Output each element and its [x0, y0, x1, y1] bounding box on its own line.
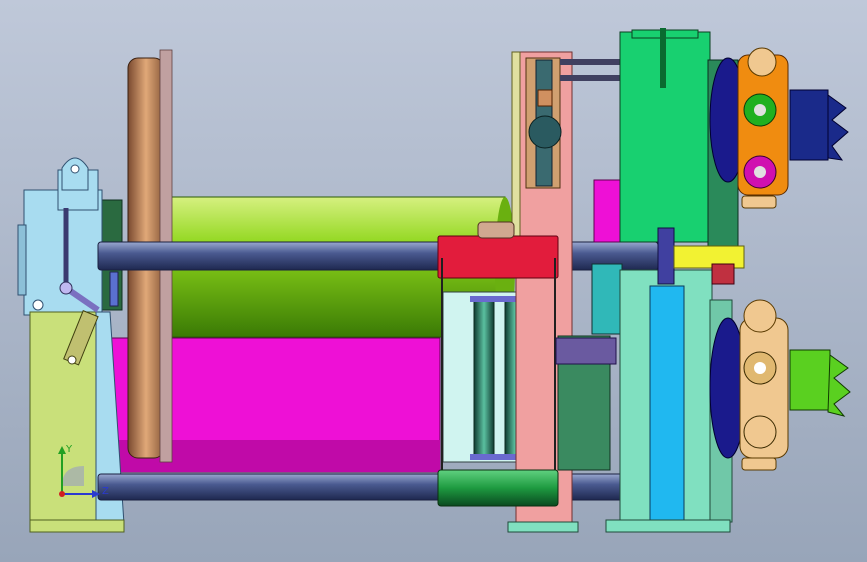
left-frame-stub	[17, 224, 27, 296]
frame-bolt	[32, 299, 44, 311]
lower-motor-fitting	[789, 349, 831, 411]
winch-assembly-model[interactable]	[0, 0, 867, 562]
upper-motor-tail	[741, 195, 777, 209]
purple-bracket	[555, 337, 617, 365]
salmon-plate-edge	[511, 51, 521, 253]
lifting-eye-hole	[70, 164, 80, 174]
gearbox-foot	[605, 519, 731, 533]
lower-motor-tail	[741, 457, 777, 471]
green-sleeve[interactable]	[437, 469, 559, 507]
upper-motor-fitting	[789, 89, 829, 161]
upper-main-shaft[interactable]	[97, 241, 659, 271]
red-coupling-hub[interactable]	[437, 235, 559, 279]
upper-motor-port-1[interactable]	[747, 47, 777, 77]
chain-tensioner-nut	[537, 89, 553, 107]
triad-z-label: Z	[102, 486, 109, 497]
triad-y-label: Y	[66, 444, 73, 455]
salmon-foot	[507, 521, 579, 533]
left-base-foot	[29, 519, 125, 533]
red-hub-collar	[477, 221, 515, 239]
gearbox-slot	[660, 28, 666, 88]
left-disc	[109, 271, 119, 307]
lower-motor-port-1[interactable]	[743, 299, 777, 333]
lifting-eye[interactable]	[61, 157, 89, 191]
red-tab	[711, 263, 735, 285]
chain-sprocket[interactable]	[528, 115, 562, 149]
upper-port-center-3	[754, 166, 766, 178]
cylinder-eye	[67, 355, 77, 365]
cyan-post[interactable]	[649, 285, 685, 523]
brake-pivot	[59, 281, 73, 295]
magenta-housing	[593, 179, 621, 243]
cad-viewport[interactable]: Y Z	[0, 0, 867, 562]
upper-port-center-2	[754, 104, 766, 116]
output-flange[interactable]	[657, 227, 675, 285]
lower-port-center-2	[754, 362, 766, 374]
roller-left[interactable]	[473, 297, 495, 459]
lower-motor-port-3[interactable]	[743, 415, 777, 449]
lower-tie-rod[interactable]	[97, 473, 659, 501]
coordinate-triad: Y Z	[58, 444, 118, 506]
cyan-bearing-housing[interactable]	[591, 263, 623, 335]
